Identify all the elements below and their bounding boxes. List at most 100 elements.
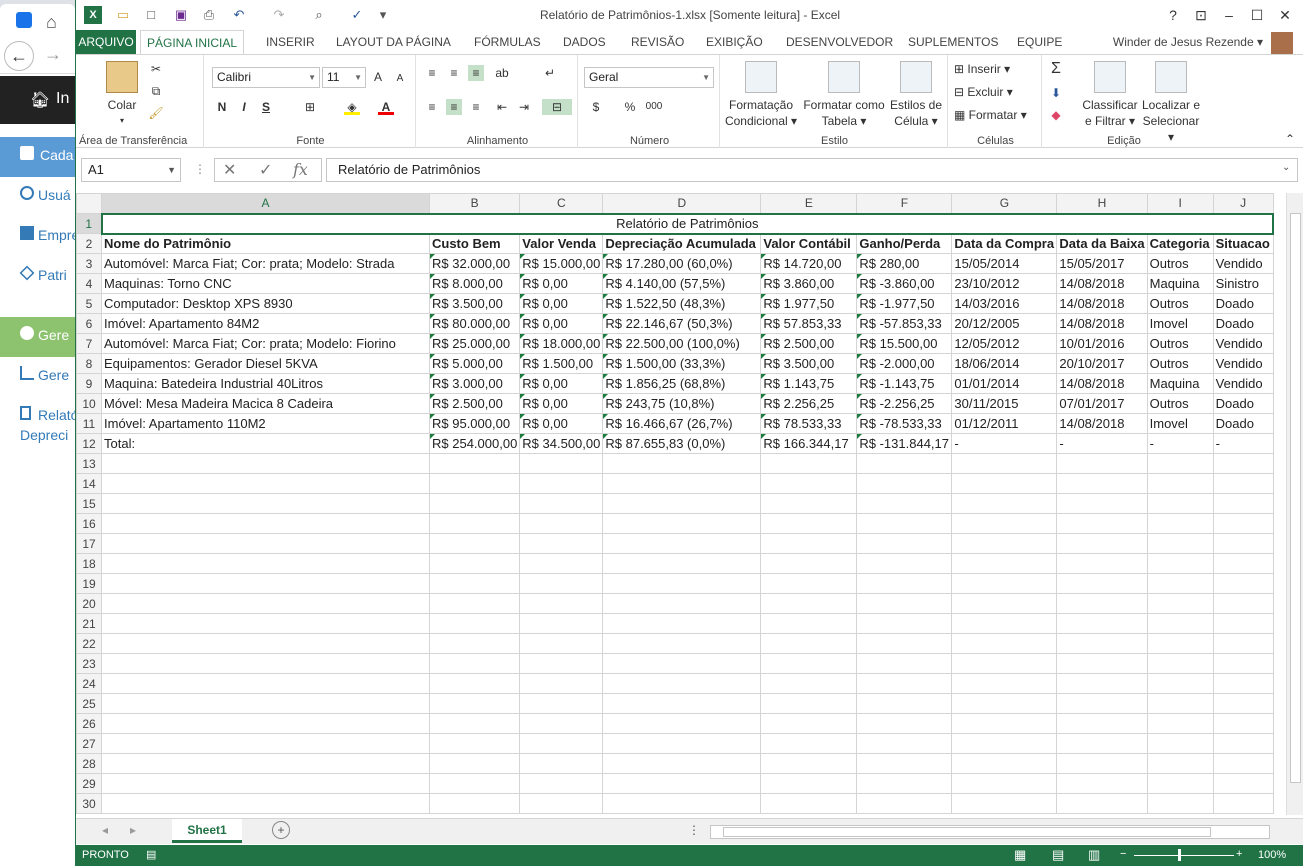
cell[interactable]	[951, 753, 1058, 774]
cell[interactable]	[1146, 613, 1214, 634]
row-header[interactable]: 13	[76, 453, 102, 474]
column-header[interactable]: I	[1146, 193, 1214, 214]
cell[interactable]	[1212, 573, 1274, 594]
number-format-select[interactable]: Geral ▼	[584, 67, 714, 88]
wrap-text-icon[interactable]: ↵	[542, 65, 558, 81]
cell[interactable]: R$ 8.000,00	[428, 273, 521, 294]
cell[interactable]: Vendido	[1212, 353, 1274, 374]
cell[interactable]	[602, 553, 762, 574]
row-header[interactable]: 27	[76, 733, 102, 754]
cell[interactable]	[1146, 693, 1214, 714]
cell[interactable]: 20/10/2017	[1056, 353, 1148, 374]
row-header[interactable]: 23	[76, 653, 102, 674]
cell[interactable]	[1146, 493, 1214, 514]
cell[interactable]	[602, 513, 762, 534]
cell[interactable]: 01/01/2014	[951, 373, 1058, 394]
cell[interactable]	[951, 573, 1058, 594]
tab-exibicao[interactable]: EXIBIÇÃO	[700, 30, 769, 54]
cell[interactable]	[856, 473, 953, 494]
row-header[interactable]: 19	[76, 573, 102, 594]
cell[interactable]	[1146, 653, 1214, 674]
cell[interactable]: Equipamentos: Gerador Diesel 5KVA	[101, 353, 430, 374]
cell[interactable]: R$ 95.000,00	[428, 413, 521, 434]
cell[interactable]	[428, 733, 521, 754]
cell[interactable]	[1146, 473, 1214, 494]
cell[interactable]	[428, 593, 521, 614]
cell[interactable]	[1212, 473, 1274, 494]
row-header[interactable]: 20	[76, 593, 102, 614]
cell[interactable]	[519, 693, 604, 714]
cell[interactable]: R$ 1.143,75	[760, 373, 858, 394]
nav-brand[interactable]: In	[56, 90, 69, 108]
cell[interactable]	[1146, 673, 1214, 694]
cell[interactable]	[519, 493, 604, 514]
row-header[interactable]: 24	[76, 673, 102, 694]
cell[interactable]	[1146, 793, 1214, 814]
cell[interactable]: Outros	[1146, 293, 1214, 314]
cell[interactable]: Outros	[1146, 253, 1214, 274]
cell[interactable]	[101, 513, 430, 534]
sidebar-item-gerenciar[interactable]: Gere	[0, 317, 75, 357]
cell[interactable]	[951, 653, 1058, 674]
cell[interactable]	[101, 693, 430, 714]
cell[interactable]	[760, 693, 858, 714]
cell[interactable]	[1056, 753, 1148, 774]
cell[interactable]	[1146, 573, 1214, 594]
cell[interactable]	[602, 693, 762, 714]
cell[interactable]: Imóvel: Apartamento 110M2	[101, 413, 430, 434]
cell[interactable]: Automóvel: Marca Fiat; Cor: prata; Model…	[101, 253, 430, 274]
cell[interactable]	[602, 593, 762, 614]
cell[interactable]	[519, 513, 604, 534]
cell[interactable]	[856, 793, 953, 814]
cell[interactable]: 14/08/2018	[1056, 413, 1148, 434]
scroll-thumb[interactable]	[1290, 213, 1301, 783]
cell[interactable]	[101, 753, 430, 774]
sidebar-item-gerar[interactable]: Gere	[0, 357, 75, 397]
cell[interactable]	[760, 753, 858, 774]
cell[interactable]	[760, 493, 858, 514]
macro-record-icon[interactable]: ▤	[146, 848, 156, 861]
cell[interactable]: R$ 78.533,33	[760, 413, 858, 434]
cell[interactable]	[1212, 613, 1274, 634]
row-header[interactable]: 17	[76, 533, 102, 554]
cell[interactable]	[1212, 533, 1274, 554]
cell[interactable]: 01/12/2011	[951, 413, 1058, 434]
format-table-button[interactable]: Formatar como Tabela ▾	[802, 61, 886, 129]
cell[interactable]: 10/01/2016	[1056, 333, 1148, 354]
cell[interactable]	[602, 453, 762, 474]
cell[interactable]: R$ 0,00	[519, 393, 604, 414]
column-title-cell[interactable]: Ganho/Perda	[856, 233, 953, 254]
zoom-out-icon[interactable]: −	[1120, 848, 1126, 860]
row-header[interactable]: 8	[76, 353, 102, 374]
cell[interactable]: 14/08/2018	[1056, 293, 1148, 314]
cell[interactable]	[951, 613, 1058, 634]
cell[interactable]: 14/08/2018	[1056, 313, 1148, 334]
cell[interactable]: 15/05/2017	[1056, 253, 1148, 274]
cell[interactable]	[602, 733, 762, 754]
cell[interactable]: R$ 0,00	[519, 413, 604, 434]
tab-revisao[interactable]: REVISÃO	[625, 30, 690, 54]
cell[interactable]	[1056, 713, 1148, 734]
cell[interactable]: R$ -2.256,25	[856, 393, 953, 414]
tab-formulas[interactable]: FÓRMULAS	[468, 30, 547, 54]
cell[interactable]: -	[1056, 433, 1148, 454]
cell[interactable]	[856, 753, 953, 774]
insert-function-button[interactable]: fx	[293, 160, 308, 179]
cell[interactable]	[760, 633, 858, 654]
font-size-select[interactable]: 11 ▼	[322, 67, 366, 88]
row-header[interactable]: 14	[76, 473, 102, 494]
cell[interactable]	[760, 653, 858, 674]
column-title-cell[interactable]: Situacao	[1212, 233, 1274, 254]
cell[interactable]: R$ 32.000,00	[428, 253, 521, 274]
orientation-icon[interactable]: ab	[494, 65, 510, 81]
cell[interactable]	[1056, 593, 1148, 614]
cell[interactable]: R$ 3.500,00	[428, 293, 521, 314]
cell[interactable]: Computador: Desktop XPS 8930	[101, 293, 430, 314]
cell[interactable]	[1212, 453, 1274, 474]
cell[interactable]: R$ 0,00	[519, 373, 604, 394]
conditional-format-button[interactable]: Formatação Condicional ▾	[724, 61, 798, 129]
formula-bar-grip-icon[interactable]: ⋮	[194, 162, 206, 176]
cell[interactable]	[101, 673, 430, 694]
column-header[interactable]: C	[519, 193, 604, 214]
cell[interactable]	[1212, 653, 1274, 674]
